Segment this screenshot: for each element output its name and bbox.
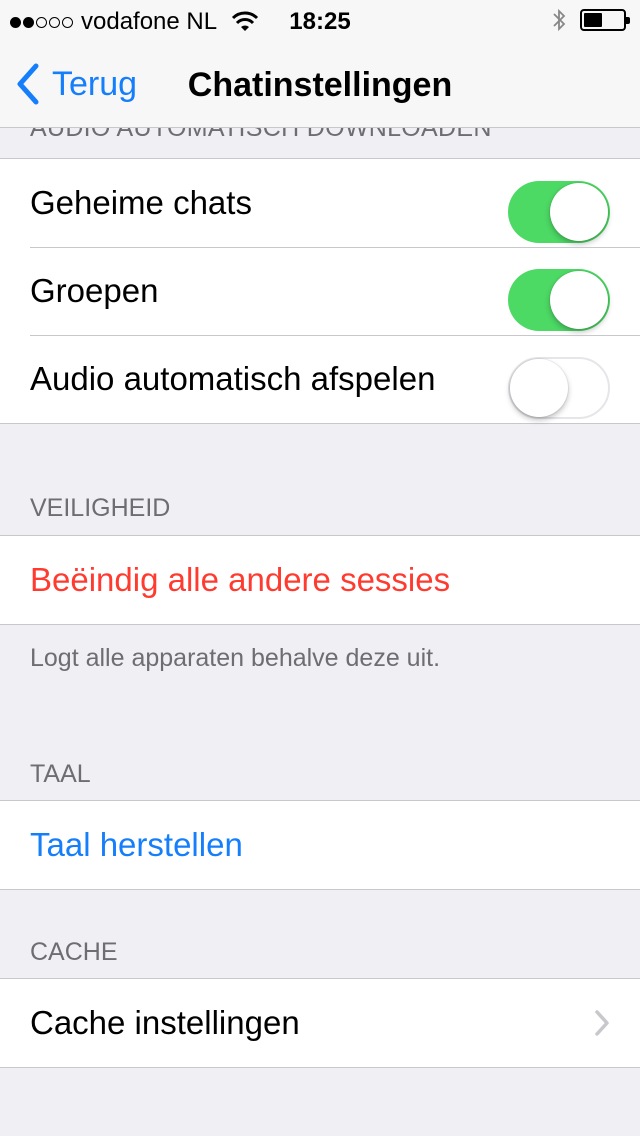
row-label: Groepen <box>30 272 159 309</box>
autoplay-audio-toggle[interactable] <box>508 357 610 419</box>
row-label: Audio automatisch afspelen <box>30 360 436 397</box>
audio-group: Geheime chats Groepen Audio automatisch … <box>0 158 640 424</box>
cache-group: Cache instellingen <box>0 978 640 1068</box>
chevron-right-icon <box>595 1010 609 1036</box>
secret-chats-toggle[interactable] <box>508 181 610 243</box>
status-bar: vodafone NL 18:25 <box>0 0 640 40</box>
row-secret-chats: Geheime chats <box>0 159 640 247</box>
status-right <box>552 8 630 32</box>
battery-icon <box>580 9 630 31</box>
security-footer: Logt alle apparaten behalve deze uit. <box>30 644 441 672</box>
reset-language-button[interactable]: Taal herstellen <box>0 801 640 889</box>
section-header-cache: CACHE <box>30 938 118 966</box>
terminate-sessions-label: Beëindig alle andere sessies <box>30 561 451 598</box>
section-header-security: VEILIGHEID <box>30 494 171 522</box>
reset-language-label: Taal herstellen <box>30 826 243 863</box>
security-group: Beëindig alle andere sessies <box>0 535 640 625</box>
navigation-bar: Terug Chatinstellingen <box>0 40 640 128</box>
row-autoplay-audio: Audio automatisch afspelen <box>0 335 640 423</box>
row-label: Geheime chats <box>30 184 252 221</box>
bluetooth-icon <box>553 8 566 32</box>
terminate-sessions-button[interactable]: Beëindig alle andere sessies <box>0 536 640 624</box>
page-title: Chatinstellingen <box>187 66 453 104</box>
section-header-language: TAAL <box>30 760 91 788</box>
groups-toggle[interactable] <box>508 269 610 331</box>
status-time: 18:25 <box>289 8 351 35</box>
row-groups: Groepen <box>0 247 640 335</box>
language-group: Taal herstellen <box>0 800 640 890</box>
cache-settings-row[interactable]: Cache instellingen <box>0 979 640 1067</box>
cache-settings-label: Cache instellingen <box>30 1004 300 1041</box>
settings-list[interactable]: AUDIO AUTOMATISCH DOWNLOADEN Geheime cha… <box>0 114 640 1136</box>
